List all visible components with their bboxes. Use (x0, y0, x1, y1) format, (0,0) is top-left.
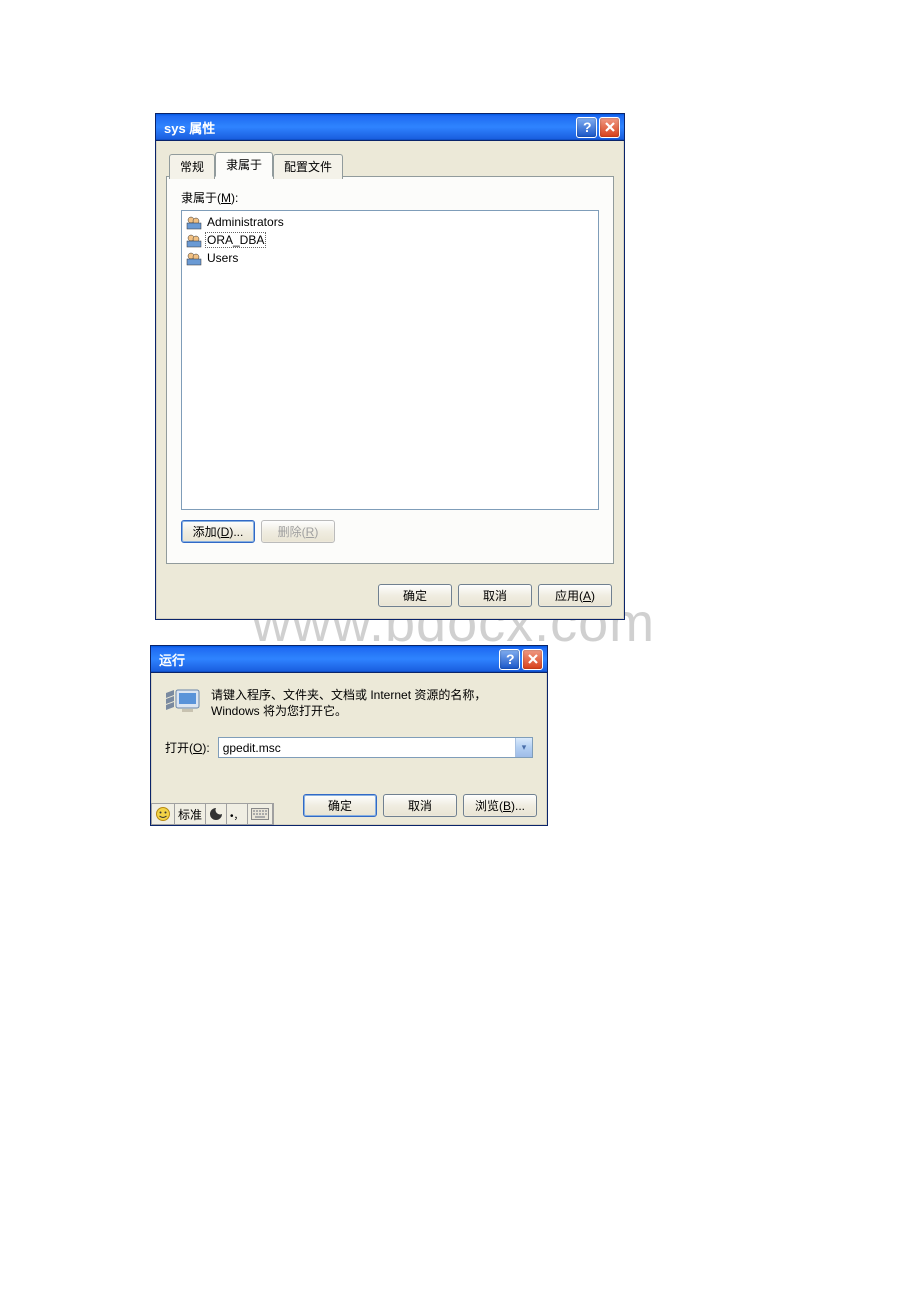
ime-moon-icon[interactable] (206, 804, 227, 824)
run-footer: 标准 •， 确定 取消 浏览(B)... (151, 794, 547, 825)
chevron-down-icon: ▾ (522, 742, 527, 753)
titlebar[interactable]: 运行 ? (151, 646, 547, 673)
dialog-title: 运行 (155, 650, 497, 669)
dialog-footer: 确定 取消 应用(A) (156, 574, 624, 619)
group-icon (186, 250, 202, 266)
svg-text:?: ? (583, 120, 592, 134)
ime-mode-label[interactable]: 标准 (175, 804, 206, 824)
run-body: 请键入程序、文件夹、文档或 Internet 资源的名称，Windows 将为您… (151, 673, 547, 794)
dialog-title: sys 属性 (160, 118, 574, 137)
close-button[interactable] (599, 117, 620, 138)
memberof-listbox[interactable]: Administrators ORA_DBA Users (181, 210, 599, 510)
svg-text:?: ? (506, 652, 515, 666)
open-label: 打开(O): (165, 739, 210, 756)
help-icon: ? (504, 652, 516, 666)
run-description-row: 请键入程序、文件夹、文档或 Internet 资源的名称，Windows 将为您… (165, 687, 533, 719)
help-icon: ? (581, 120, 593, 134)
help-button[interactable]: ? (499, 649, 520, 670)
sys-properties-dialog: sys 属性 ? 常规 隶属于 配置文件 隶属于(M): Administrat… (155, 113, 625, 620)
ime-toolbar[interactable]: 标准 •， (151, 803, 274, 825)
list-item[interactable]: ORA_DBA (184, 231, 596, 249)
run-open-row: 打开(O): ▾ (165, 737, 533, 758)
dialog-body: 常规 隶属于 配置文件 隶属于(M): Administrators ORA_D… (156, 141, 624, 574)
run-icon (165, 687, 201, 715)
cancel-button[interactable]: 取消 (458, 584, 532, 607)
close-icon (604, 121, 616, 133)
list-item[interactable]: Administrators (184, 213, 596, 231)
group-icon (186, 214, 202, 230)
cancel-button[interactable]: 取消 (383, 794, 457, 817)
ok-button[interactable]: 确定 (378, 584, 452, 607)
close-icon (527, 653, 539, 665)
apply-button[interactable]: 应用(A) (538, 584, 612, 607)
open-combobox[interactable]: ▾ (218, 737, 533, 758)
dropdown-button[interactable]: ▾ (515, 738, 532, 757)
list-item-label: ORA_DBA (205, 232, 266, 248)
open-input[interactable] (219, 738, 515, 757)
tab-profile[interactable]: 配置文件 (273, 154, 343, 179)
titlebar[interactable]: sys 属性 ? (156, 114, 624, 141)
ok-button[interactable]: 确定 (303, 794, 377, 817)
close-button[interactable] (522, 649, 543, 670)
list-item-label: Users (205, 251, 240, 265)
help-button[interactable]: ? (576, 117, 597, 138)
ime-keyboard-icon[interactable] (248, 804, 273, 824)
ime-punct-icon[interactable]: •， (227, 804, 248, 824)
list-item[interactable]: Users (184, 249, 596, 267)
tab-memberof[interactable]: 隶属于 (215, 152, 273, 177)
tab-general[interactable]: 常规 (169, 154, 215, 179)
group-icon (186, 232, 202, 248)
ime-icon[interactable] (152, 804, 175, 824)
add-button[interactable]: 添加(D)... (181, 520, 255, 543)
tabs: 常规 隶属于 配置文件 (166, 152, 614, 177)
list-item-label: Administrators (205, 215, 286, 229)
tab-panel: 隶属于(M): Administrators ORA_DBA (166, 176, 614, 564)
browse-button[interactable]: 浏览(B)... (463, 794, 537, 817)
memberof-label: 隶属于(M): (181, 189, 599, 206)
button-row: 添加(D)... 删除(R) (181, 520, 599, 543)
run-dialog: 运行 ? 请键入程序、文件夹、文档或 Internet 资源的名称，Window… (150, 645, 548, 826)
run-description-text: 请键入程序、文件夹、文档或 Internet 资源的名称，Windows 将为您… (211, 687, 533, 719)
remove-button: 删除(R) (261, 520, 335, 543)
